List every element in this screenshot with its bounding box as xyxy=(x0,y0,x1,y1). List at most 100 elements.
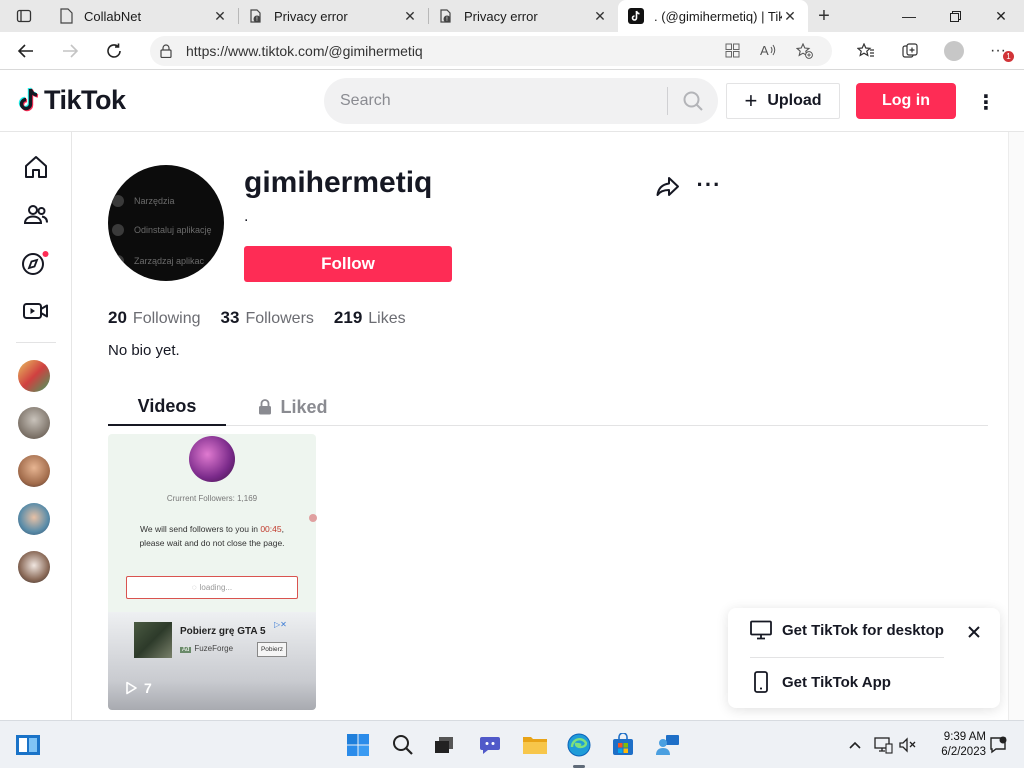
followers-label[interactable]: Followers xyxy=(245,310,313,328)
get-app-label: Get TikTok App xyxy=(782,673,891,691)
following-count[interactable]: 20 xyxy=(108,308,127,328)
video-card[interactable]: Crurrent Followers: 1,169 We will send f… xyxy=(108,434,316,710)
address-bar[interactable]: https://www.tiktok.com/@gimihermetiq A xyxy=(150,35,832,66)
left-sidebar xyxy=(0,132,72,720)
url-text[interactable]: https://www.tiktok.com/@gimihermetiq xyxy=(186,43,714,59)
new-tab-button[interactable]: + xyxy=(808,0,840,32)
network-icon[interactable] xyxy=(873,735,893,755)
followers-count[interactable]: 33 xyxy=(221,308,240,328)
likes-label: Likes xyxy=(368,310,406,327)
following-avatar[interactable] xyxy=(18,360,50,392)
likes-count: 219 xyxy=(333,308,363,327)
tiktok-icon xyxy=(628,8,644,24)
video-views: 7 xyxy=(124,680,152,696)
minimize-icon[interactable]: — xyxy=(886,0,932,32)
loading-text: loading... xyxy=(199,583,233,592)
widgets-icon[interactable] xyxy=(12,729,44,761)
upload-button[interactable]: + Upload xyxy=(726,83,840,119)
collections-icon[interactable] xyxy=(888,35,932,67)
loading-spinner-icon: ◌ xyxy=(191,583,197,592)
browser-tab-privacy-error-2[interactable]: ! Privacy error ✕ xyxy=(428,0,618,32)
close-window-icon[interactable]: ✕ xyxy=(978,0,1024,32)
login-button[interactable]: Log in xyxy=(856,83,956,119)
browser-tab-privacy-error-1[interactable]: ! Privacy error ✕ xyxy=(238,0,428,32)
close-popup-icon[interactable] xyxy=(964,622,984,642)
close-tab-icon[interactable]: ✕ xyxy=(592,8,608,24)
plus-icon: + xyxy=(744,88,758,113)
restore-icon[interactable] xyxy=(932,0,978,32)
live-icon[interactable] xyxy=(20,295,52,327)
read-aloud-icon[interactable]: A xyxy=(750,43,786,58)
more-options-icon[interactable]: ⋮ xyxy=(972,88,1000,116)
apps-icon[interactable] xyxy=(714,43,750,58)
forward-button[interactable] xyxy=(52,35,88,67)
file-explorer-icon[interactable] xyxy=(519,729,551,761)
search-button[interactable] xyxy=(668,78,718,124)
friends-icon[interactable] xyxy=(20,199,52,231)
favorites-icon[interactable] xyxy=(844,35,888,67)
start-icon[interactable] xyxy=(342,729,374,761)
store-icon[interactable] xyxy=(607,729,639,761)
tab-liked[interactable]: Liked xyxy=(234,388,352,426)
settings-menu-button[interactable]: ··· 1 xyxy=(976,35,1020,67)
menu-item-icon xyxy=(112,255,124,267)
following-avatar[interactable] xyxy=(18,551,50,583)
browser-tab-tiktok[interactable]: . (@gimihermetiq) | TikTok ✕ xyxy=(618,0,808,32)
following-avatar[interactable] xyxy=(18,503,50,535)
video-edge-dot xyxy=(309,514,317,522)
mobile-phone-icon xyxy=(754,671,768,693)
page-scrollbar[interactable] xyxy=(1008,132,1024,720)
refresh-button[interactable] xyxy=(96,35,132,67)
search-bar xyxy=(324,78,718,124)
follow-button[interactable]: Follow xyxy=(244,246,452,282)
chevron-up-icon[interactable] xyxy=(845,735,865,755)
close-tab-icon[interactable]: ✕ xyxy=(212,8,228,24)
menu-item-icon xyxy=(112,195,124,207)
tab-title: CollabNet xyxy=(84,8,142,24)
tab-title: Privacy error xyxy=(274,8,348,24)
search-input[interactable] xyxy=(340,92,667,110)
volume-muted-icon[interactable] xyxy=(898,735,918,755)
tab-actions-button[interactable] xyxy=(0,0,48,32)
back-button[interactable] xyxy=(8,35,44,67)
video-timer: 00:45 xyxy=(260,524,282,534)
following-avatar[interactable] xyxy=(18,407,50,439)
sidebar-divider xyxy=(16,342,56,343)
ad-badge-icon: Ad xyxy=(180,647,192,653)
upload-label: Upload xyxy=(767,92,822,109)
profile-button[interactable] xyxy=(932,35,976,67)
privacy-error-icon: ! xyxy=(248,8,264,24)
explore-icon[interactable] xyxy=(20,247,52,279)
add-favorite-icon[interactable] xyxy=(786,42,822,59)
edge-browser-icon[interactable] xyxy=(563,729,595,761)
tiktok-logo[interactable]: TikTok xyxy=(16,85,126,116)
popup-divider xyxy=(750,657,944,658)
following-label[interactable]: Following xyxy=(133,310,201,328)
profile-more-icon[interactable]: ··· xyxy=(696,172,722,198)
home-icon[interactable] xyxy=(20,151,52,183)
close-tab-icon[interactable]: ✕ xyxy=(782,8,798,24)
clock-time: 9:39 AM xyxy=(943,731,986,743)
share-icon[interactable] xyxy=(655,174,681,200)
notification-center-icon[interactable] xyxy=(988,735,1008,755)
taskbar-clock[interactable]: 9:39 AM 6/2/2023 xyxy=(920,730,986,760)
browser-tab-collabnet[interactable]: CollabNet ✕ xyxy=(48,0,238,32)
lock-icon[interactable] xyxy=(160,43,174,58)
chat-icon[interactable] xyxy=(474,729,506,761)
profile-stats: 20 Following 33 Followers 219 Likes xyxy=(108,308,426,328)
close-tab-icon[interactable]: ✕ xyxy=(402,8,418,24)
get-mobile-app-link[interactable]: Get TikTok App xyxy=(750,671,891,693)
ad-thumbnail xyxy=(134,622,172,658)
remote-help-icon[interactable] xyxy=(652,729,684,761)
following-avatar[interactable] xyxy=(18,455,50,487)
tiktok-logo-icon xyxy=(18,86,39,111)
ad-title: Pobierz grę GTA 5 xyxy=(180,626,266,637)
task-view-icon[interactable] xyxy=(428,729,460,761)
svg-text:A: A xyxy=(760,43,769,58)
tab-videos[interactable]: Videos xyxy=(108,388,226,426)
profile-tabs: Videos Liked xyxy=(108,388,988,426)
play-icon xyxy=(126,681,137,695)
search-icon[interactable] xyxy=(387,729,419,761)
video-message-line2: please wait and do not close the page. xyxy=(139,538,285,548)
get-desktop-app-link[interactable]: Get TikTok for desktop xyxy=(750,620,944,640)
